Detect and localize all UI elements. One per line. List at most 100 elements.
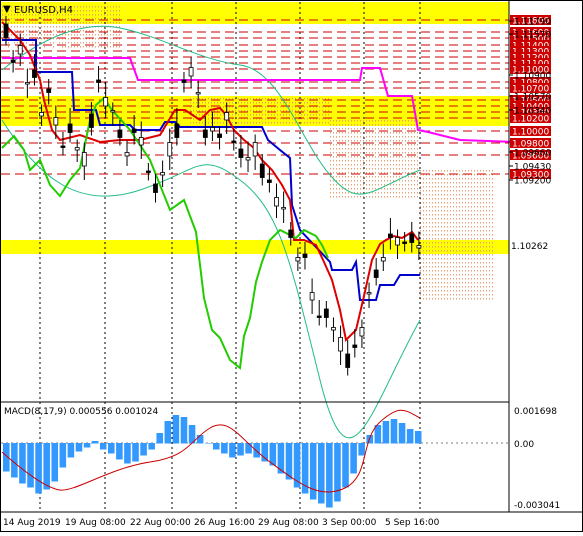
cloud-dot — [414, 184, 415, 186]
cloud-dot — [474, 198, 475, 200]
cloud-dot — [375, 120, 376, 122]
cloud-dot — [119, 10, 120, 12]
cloud-dot — [480, 170, 481, 172]
cloud-dot — [17, 30, 18, 32]
cloud-dot — [56, 26, 57, 28]
cloud-dot — [339, 124, 340, 126]
cloud-dot — [444, 182, 445, 184]
cloud-dot — [369, 180, 370, 182]
cloud-dot — [342, 196, 343, 198]
cloud-dot — [393, 168, 394, 170]
cloud-dot — [429, 246, 430, 248]
cloud-dot — [44, 30, 45, 32]
cloud-dot — [348, 148, 349, 150]
cloud-dot — [435, 206, 436, 208]
cloud-dot — [477, 270, 478, 272]
cloud-dot — [268, 102, 269, 104]
cloud-dot — [492, 214, 493, 216]
cloud-dot — [420, 290, 421, 292]
cloud-dot — [357, 156, 358, 158]
cloud-dot — [378, 128, 379, 130]
cloud-dot — [65, 26, 66, 28]
cloud-dot — [107, 42, 108, 44]
cloud-dot — [432, 210, 433, 212]
cloud-dot — [435, 258, 436, 260]
cloud-dot — [480, 242, 481, 244]
cloud-dot — [2, 18, 3, 20]
cloud-dot — [220, 118, 221, 120]
cloud-dot — [456, 270, 457, 272]
price-chart[interactable]: 1.118001.116001.115001.114001.113001.112… — [0, 0, 583, 532]
candle-body — [352, 344, 358, 348]
cloud-dot — [492, 194, 493, 196]
cloud-dot — [450, 214, 451, 216]
cloud-dot — [477, 214, 478, 216]
cloud-dot — [426, 226, 427, 228]
cloud-dot — [453, 178, 454, 180]
cloud-dot — [280, 106, 281, 108]
menu-arrow-icon[interactable]: ▼ — [3, 4, 11, 15]
cloud-dot — [378, 124, 379, 126]
cloud-dot — [393, 184, 394, 186]
cloud-dot — [41, 26, 42, 28]
cloud-dot — [366, 176, 367, 178]
cloud-dot — [456, 290, 457, 292]
cloud-dot — [402, 136, 403, 138]
cloud-dot — [211, 98, 212, 100]
cloud-dot — [489, 218, 490, 220]
cloud-dot — [301, 114, 302, 116]
cloud-dot — [375, 160, 376, 162]
cloud-dot — [423, 278, 424, 280]
cloud-dot — [348, 124, 349, 126]
cloud-dot — [351, 128, 352, 130]
cloud-dot — [319, 106, 320, 108]
cloud-dot — [426, 238, 427, 240]
cloud-dot — [477, 186, 478, 188]
cloud-dot — [95, 30, 96, 32]
cloud-dot — [462, 174, 463, 176]
cloud-dot — [354, 188, 355, 190]
cloud-dot — [450, 190, 451, 192]
cloud-dot — [50, 18, 51, 20]
cloud-dot — [480, 214, 481, 216]
cloud-dot — [342, 136, 343, 138]
cloud-dot — [393, 140, 394, 142]
cloud-dot — [486, 294, 487, 296]
cloud-dot — [474, 206, 475, 208]
cloud-dot — [354, 184, 355, 186]
cloud-dot — [366, 140, 367, 142]
cloud-dot — [301, 122, 302, 124]
cloud-dot — [351, 132, 352, 134]
cloud-dot — [423, 234, 424, 236]
trading-chart-window[interactable]: 1.118001.116001.115001.114001.113001.112… — [0, 0, 583, 532]
cloud-dot — [393, 156, 394, 158]
cloud-dot — [89, 30, 90, 32]
cloud-dot — [474, 234, 475, 236]
cloud-dot — [474, 190, 475, 192]
cloud-dot — [405, 180, 406, 182]
cloud-dot — [459, 214, 460, 216]
cloud-dot — [375, 176, 376, 178]
cloud-dot — [238, 106, 239, 108]
cloud-dot — [357, 188, 358, 190]
cloud-dot — [229, 114, 230, 116]
cloud-dot — [471, 234, 472, 236]
cloud-dot — [95, 14, 96, 16]
cloud-dot — [486, 226, 487, 228]
cloud-dot — [319, 102, 320, 104]
cloud-dot — [462, 246, 463, 248]
cloud-dot — [247, 102, 248, 104]
cloud-dot — [360, 152, 361, 154]
cloud-dot — [348, 184, 349, 186]
cloud-dot — [119, 46, 120, 48]
cloud-dot — [471, 298, 472, 300]
cloud-dot — [408, 160, 409, 162]
cloud-dot — [486, 238, 487, 240]
cloud-dot — [80, 10, 81, 12]
cloud-dot — [399, 148, 400, 150]
cloud-dot — [307, 114, 308, 116]
cloud-dot — [116, 10, 117, 12]
cloud-dot — [483, 290, 484, 292]
cloud-dot — [259, 98, 260, 100]
cloud-dot — [244, 102, 245, 104]
